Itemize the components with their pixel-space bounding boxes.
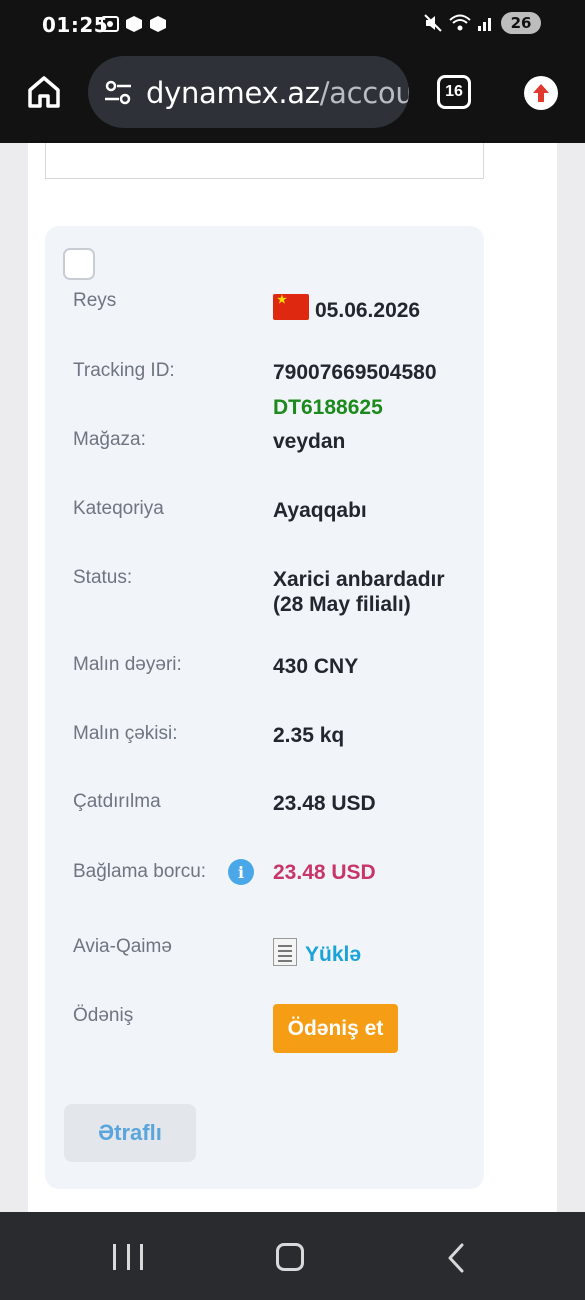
reys-label: Reys [73, 290, 117, 311]
battery-indicator: 26 [501, 12, 541, 34]
details-button[interactable]: Ətraflı [64, 1104, 196, 1162]
site-settings-icon[interactable] [104, 80, 132, 106]
address-bar[interactable]: dynamex.az/accou [88, 56, 409, 128]
clock: 01:25 [42, 13, 109, 37]
status-label: Status: [73, 567, 133, 588]
item-price-label: Malın dəyəri: [73, 654, 182, 675]
url-path: /accou [319, 76, 409, 110]
item-price-value: 430 CNY [273, 655, 359, 678]
url-host: dynamex.az [146, 76, 320, 110]
browser-toolbar: dynamex.az/accou 16 [0, 50, 585, 143]
document-icon [273, 938, 297, 966]
delivery-label: Çatdırılma [73, 791, 161, 812]
invoice-download-link[interactable]: Yüklə [273, 938, 361, 967]
delivery-value: 23.48 USD [273, 792, 376, 815]
debt-label: Bağlama borcu: [73, 861, 207, 882]
select-checkbox[interactable] [63, 248, 95, 280]
info-icon[interactable]: i [228, 859, 254, 885]
store-label: Mağaza: [73, 429, 146, 450]
url-text: dynamex.az/accou [146, 76, 409, 110]
package-icon [126, 16, 142, 32]
battery-level: 26 [510, 14, 532, 32]
back-icon[interactable] [446, 1243, 466, 1273]
payment-label: Ödəniş [73, 1005, 134, 1026]
screenshot-icon [101, 16, 119, 32]
store-value: veydan [273, 430, 346, 453]
status-branch: (28 May filialı) [273, 593, 411, 616]
tracking-code: DT6188625 [273, 396, 383, 419]
item-weight-value: 2.35 kq [273, 724, 345, 747]
pay-button[interactable]: Ödəniş et [273, 1004, 398, 1053]
package-icon-2 [150, 16, 166, 32]
mute-icon [424, 14, 442, 32]
download-label: Yüklə [305, 943, 362, 966]
tracking-label: Tracking ID: [73, 360, 175, 381]
china-flag-icon: ★ [273, 294, 309, 320]
category-label: Kateqoriya [73, 498, 164, 519]
recents-icon[interactable] [113, 1244, 143, 1270]
page-content: Reys ★ 05.06.2026 Tracking ID: 7900766950… [0, 143, 585, 1212]
signal-icon [478, 18, 491, 31]
status-bar: 01:25 26 [0, 0, 585, 50]
arrow-up-icon [533, 84, 549, 102]
notification-icons [100, 14, 168, 34]
tab-count: 16 [445, 83, 463, 100]
category-value: Ayaqqabı [273, 499, 367, 522]
previous-package-card [45, 143, 484, 179]
update-button[interactable] [524, 76, 558, 110]
home-nav-icon[interactable] [276, 1243, 304, 1271]
item-weight-label: Malın çəkisi: [73, 723, 178, 744]
reys-date: 05.06.2026 [315, 299, 421, 322]
reys-value: ★ 05.06.2026 [273, 294, 420, 323]
status-value: Xarici anbardadır [273, 568, 445, 591]
invoice-label: Avia-Qaimə [73, 936, 172, 957]
system-nav-bar [0, 1212, 585, 1300]
home-icon[interactable] [26, 74, 62, 110]
tab-switcher-button[interactable]: 16 [437, 75, 471, 109]
debt-value: 23.48 USD [273, 861, 376, 884]
tracking-value: 79007669504580 [273, 361, 437, 384]
wifi-icon [449, 14, 471, 31]
package-card: Reys ★ 05.06.2026 Tracking ID: 7900766950… [45, 226, 484, 1189]
system-icons: 26 [423, 12, 541, 34]
